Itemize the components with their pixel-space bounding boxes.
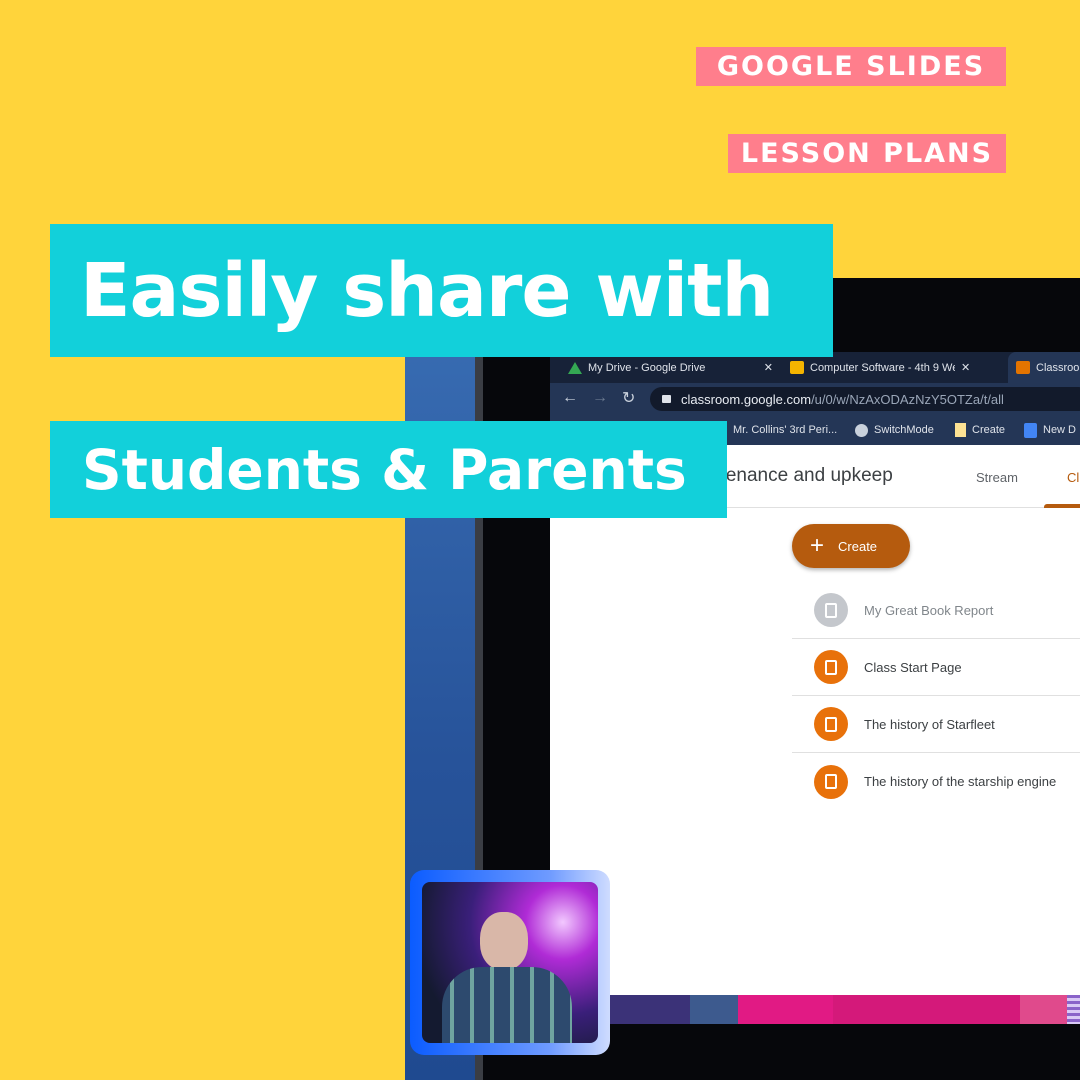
google-docs-icon	[1024, 422, 1037, 438]
url-path: /u/0/w/NzAxODAzNzY5OTZa/t/all	[811, 391, 1004, 407]
reload-icon[interactable]: ↻	[622, 388, 635, 408]
headline-line-2: Students & Parents	[50, 421, 727, 518]
headline-line-1: Easily share with	[50, 224, 833, 357]
item-title: The history of Starfleet	[864, 716, 995, 732]
draft-assignment-icon	[814, 593, 848, 627]
globe-icon	[855, 423, 868, 437]
back-icon[interactable]: ←	[562, 389, 578, 407]
bookmark-item[interactable]: SwitchMode	[855, 415, 934, 445]
bookmark-item[interactable]: New D	[1024, 415, 1076, 445]
bookmark-label: New D	[1043, 424, 1077, 436]
google-slides-tag: GOOGLE SLIDES	[696, 47, 1006, 86]
webcam-overlay	[410, 870, 610, 1055]
nav-classwork[interactable]: Cl	[1067, 470, 1079, 485]
list-item[interactable]: Class Start Page	[792, 639, 1080, 696]
active-tab-indicator	[1044, 504, 1080, 508]
bookmark-label: Mr. Collins' 3rd Peri...	[733, 424, 838, 436]
item-title: Class Start Page	[864, 659, 962, 675]
close-tab-icon[interactable]: ✕	[961, 361, 970, 374]
lesson-plans-tag: LESSON PLANS	[728, 134, 1006, 173]
nav-stream[interactable]: Stream	[976, 470, 1018, 485]
google-drive-icon	[568, 361, 582, 374]
tab-label: My Drive - Google Drive	[588, 361, 706, 374]
assignment-icon	[814, 707, 848, 741]
list-item[interactable]: The history of the starship engine	[792, 753, 1080, 810]
bookmark-label: SwitchMode	[874, 424, 934, 436]
google-slides-icon	[790, 361, 804, 374]
url-input[interactable]: classroom.google.com/u/0/w/NzAxODAzNzY5O…	[650, 387, 1080, 411]
list-item[interactable]: My Great Book Report	[792, 582, 1080, 639]
address-bar: ← → ↻ classroom.google.com/u/0/w/NzAxODA…	[550, 383, 1080, 415]
presenter-video	[422, 882, 598, 1043]
create-button[interactable]: + Create	[792, 524, 910, 568]
close-tab-icon[interactable]: ✕	[764, 361, 773, 374]
folder-icon	[955, 423, 966, 437]
bookmark-label: Create	[972, 424, 1006, 436]
material-icon	[814, 650, 848, 684]
tab-label: Computer Software - 4th 9 Week	[810, 361, 955, 374]
lock-icon	[662, 395, 671, 403]
assignment-icon	[814, 764, 848, 799]
bookmark-item[interactable]: Mr. Collins' 3rd Peri...	[733, 415, 837, 445]
google-classroom-icon	[1016, 361, 1030, 374]
item-title: The history of the starship engine	[864, 774, 1057, 789]
url-host: classroom.google.com	[681, 391, 812, 407]
plus-icon: +	[810, 532, 825, 559]
tab-classroom[interactable]: Classroom	[1008, 352, 1080, 383]
create-label: Create	[838, 538, 878, 554]
forward-icon[interactable]: →	[592, 389, 608, 407]
bookmark-item[interactable]: Create	[955, 415, 1005, 445]
tab-label: Classroom	[1036, 361, 1080, 374]
presenter-body	[442, 967, 572, 1043]
list-item[interactable]: The history of Starfleet	[792, 696, 1080, 753]
class-title: ntenance and upkeep	[710, 465, 893, 486]
presenter-face	[480, 912, 528, 970]
item-title: My Great Book Report	[864, 602, 994, 618]
